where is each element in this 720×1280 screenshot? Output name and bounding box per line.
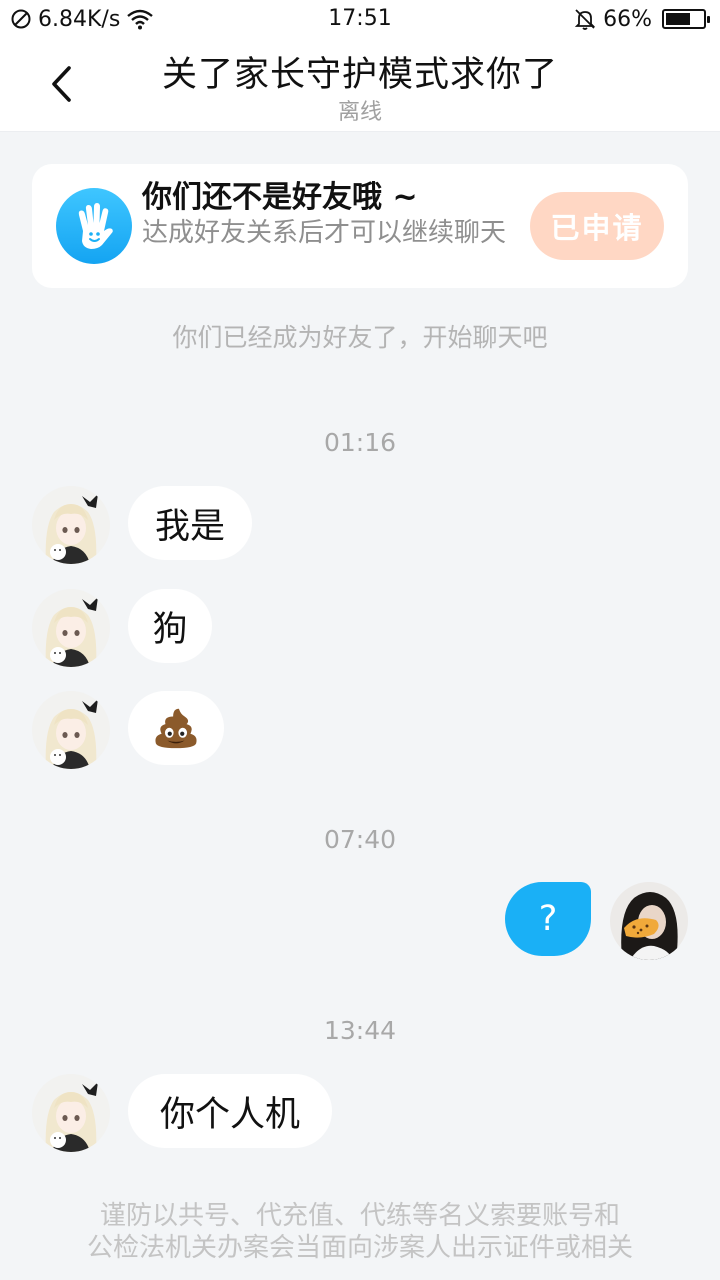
wifi-icon [127, 9, 154, 30]
message-bubble[interactable]: 💩 [128, 691, 224, 765]
chat-title: 关了家长守护模式求你了 [161, 55, 558, 95]
message-row: 我是 [0, 486, 720, 566]
safety-warning: 谨防以共号、代充值、代练等名义索要账号和 公检法机关办案会当面向涉案人出示证件或… [0, 1200, 720, 1264]
battery-fill [666, 13, 690, 25]
message-row: ? [0, 882, 720, 962]
contact-avatar[interactable] [32, 589, 110, 667]
contact-avatar[interactable] [32, 486, 110, 564]
online-status: 离线 [337, 100, 382, 125]
status-bar: 6.84K/s 17:51 66% [0, 0, 720, 38]
friend-card-description: 达成好友关系后才可以继续聊天 [142, 218, 507, 248]
chat-header: 关了家长守护模式求你了 离线 [0, 38, 720, 132]
safety-warning-line: 谨防以共号、代充值、代练等名义索要账号和 [99, 1201, 620, 1231]
status-left: 6.84K/s [10, 7, 154, 32]
message-time: 07:40 [323, 825, 397, 854]
poop-emoji-icon [155, 708, 197, 749]
no-sim-icon [11, 9, 31, 29]
message-row: 狗 [0, 589, 720, 669]
status-right: 66% [573, 6, 710, 32]
message-time: 01:16 [323, 428, 397, 457]
message-bubble[interactable]: 你个人机 [128, 1074, 332, 1148]
message-row: 你个人机 [0, 1074, 720, 1154]
message-time: 13:44 [323, 1016, 397, 1045]
safety-warning-line: 公检法机关办案会当面向涉案人出示证件或相关 [86, 1233, 633, 1263]
message-bubble[interactable]: 狗 [128, 589, 212, 663]
applied-button[interactable]: 已申请 [530, 192, 664, 260]
system-notice: 你们已经成为好友了，开始聊天吧 [172, 323, 548, 352]
my-message-bubble[interactable]: ? [505, 882, 591, 956]
contact-avatar[interactable] [32, 1074, 110, 1152]
network-speed: 6.84K/s [38, 6, 121, 32]
message-bubble[interactable]: 我是 [128, 486, 252, 560]
contact-avatar[interactable] [32, 691, 110, 769]
hand-wave-icon [56, 188, 132, 264]
friend-card-title: 你们还不是好友哦 ~ [142, 180, 418, 215]
battery-percent: 66% [603, 6, 652, 32]
battery-icon [662, 9, 710, 29]
friend-request-card: 你们还不是好友哦 ~ 达成好友关系后才可以继续聊天 已申请 [32, 164, 688, 288]
my-avatar[interactable] [610, 882, 688, 960]
bell-muted-icon [574, 9, 596, 30]
message-row: 💩 [0, 691, 720, 771]
